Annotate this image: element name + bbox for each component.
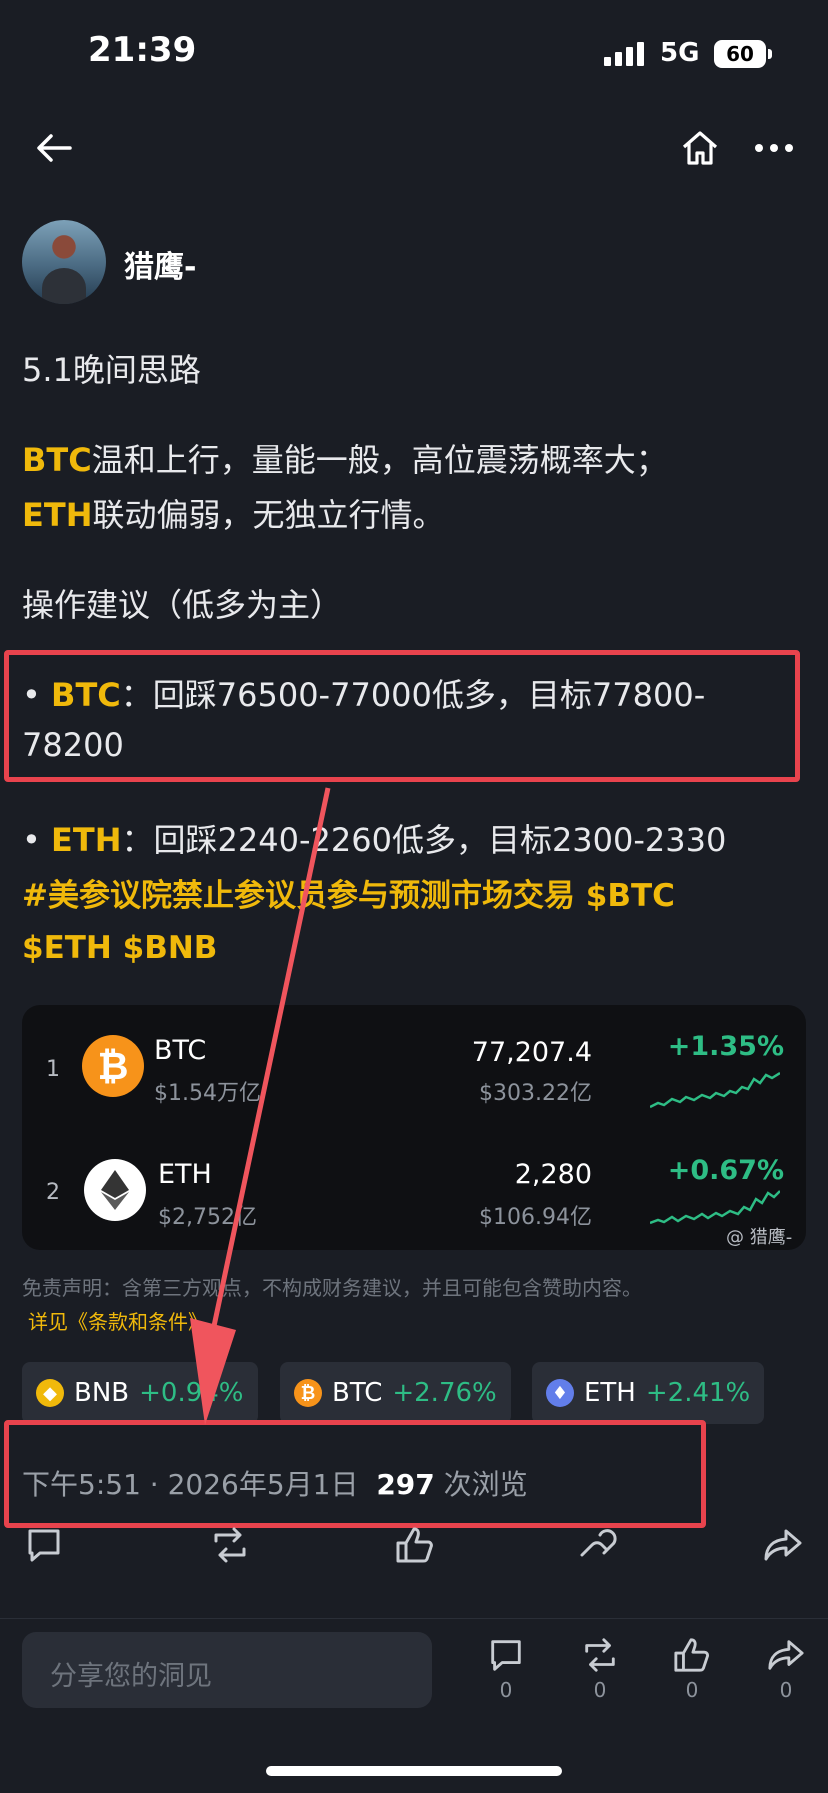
more-button[interactable] bbox=[750, 128, 798, 168]
status-time: 21:39 bbox=[88, 30, 197, 70]
network-label: 5G bbox=[660, 38, 700, 68]
chip-btc[interactable]: ₿ BTC +2.76% bbox=[280, 1362, 511, 1424]
coin-price: 77,207.4 bbox=[471, 1037, 592, 1068]
avatar[interactable] bbox=[22, 220, 106, 304]
post-line-eth: ETH联动偏弱，无独立行情。 bbox=[22, 490, 812, 540]
comment-input[interactable]: 分享您的洞见 bbox=[22, 1632, 432, 1708]
advice-heading: 操作建议（低多为主） bbox=[22, 586, 343, 624]
coin-name: ETH bbox=[158, 1159, 212, 1190]
ticker-eth[interactable]: ETH bbox=[22, 496, 92, 534]
home-button[interactable] bbox=[676, 124, 724, 172]
eth-advice-ticker[interactable]: ETH bbox=[51, 821, 121, 859]
market-card[interactable]: 1 ₿ BTC $1.54万亿 77,207.4 $303.22亿 +1.35%… bbox=[22, 1005, 806, 1250]
rank: 2 bbox=[46, 1180, 60, 1205]
bitcoin-icon: ₿ bbox=[82, 1035, 144, 1097]
home-icon bbox=[682, 131, 718, 165]
eth-advice: • ETH：回踩2240-2260低多，目标2300-2330 bbox=[22, 815, 812, 865]
repost-count: 0 bbox=[593, 1678, 607, 1702]
card-watermark: @ 猎鹰- bbox=[726, 1227, 793, 1248]
ethereum-icon: ♦ bbox=[546, 1379, 574, 1407]
sparkline-btc bbox=[650, 1071, 780, 1109]
bottom-repost-button[interactable]: 0 bbox=[570, 1636, 630, 1702]
chip-change: +2.41% bbox=[645, 1378, 751, 1408]
hashtags[interactable]: #美参议院禁止参议员参与预测市场交易 $BTC $ETH $BNB bbox=[22, 870, 812, 974]
repost-icon[interactable] bbox=[208, 1525, 252, 1565]
comment-count: 0 bbox=[499, 1678, 513, 1702]
back-button[interactable] bbox=[28, 124, 80, 172]
like-icon[interactable] bbox=[394, 1525, 436, 1565]
tags-line-2[interactable]: $ETH $BNB bbox=[22, 922, 812, 974]
highlight-box-meta bbox=[4, 1420, 706, 1528]
post-title: 5.1晚间思路 bbox=[22, 351, 201, 389]
comment-icon bbox=[491, 1640, 521, 1671]
comment-icon[interactable] bbox=[24, 1525, 64, 1565]
coin-price: 2,280 bbox=[514, 1159, 592, 1190]
chip-eth[interactable]: ♦ ETH +2.41% bbox=[532, 1362, 765, 1424]
disclaimer: 免责声明：含第三方观点，不构成财务建议，并且可能包含赞助内容。 bbox=[22, 1276, 642, 1300]
bottom-comment-button[interactable]: 0 bbox=[476, 1636, 536, 1702]
home-indicator bbox=[266, 1766, 562, 1776]
coin-volume: $106.94亿 bbox=[479, 1205, 592, 1230]
like-icon bbox=[674, 1638, 709, 1672]
battery-icon: 60 bbox=[714, 40, 766, 68]
chip-bnb[interactable]: ◆ BNB +0.94% bbox=[22, 1362, 258, 1424]
back-arrow-icon bbox=[37, 134, 72, 162]
repost-icon bbox=[585, 1638, 615, 1672]
rank: 1 bbox=[46, 1057, 60, 1082]
coin-volume: $303.22亿 bbox=[479, 1081, 592, 1106]
chip-name: BNB bbox=[74, 1378, 130, 1408]
tags-line-1[interactable]: #美参议院禁止参议员参与预测市场交易 $BTC bbox=[22, 870, 812, 922]
more-icon bbox=[755, 144, 793, 152]
ethereum-icon bbox=[84, 1159, 146, 1221]
terms-link[interactable]: 详见《条款和条件》 bbox=[28, 1306, 208, 1335]
comment-placeholder: 分享您的洞见 bbox=[50, 1661, 212, 1692]
bnb-icon: ◆ bbox=[36, 1379, 64, 1407]
coin-market-cap: $1.54万亿 bbox=[154, 1081, 261, 1106]
battery-nub bbox=[768, 49, 772, 59]
highlight-box-btc bbox=[4, 650, 800, 782]
signal-icon bbox=[604, 40, 644, 66]
share-count: 0 bbox=[779, 1678, 793, 1702]
chip-name: BTC bbox=[332, 1378, 383, 1408]
chip-name: ETH bbox=[584, 1378, 636, 1408]
share-icon bbox=[768, 1640, 804, 1670]
coin-market-cap: $2,752亿 bbox=[158, 1205, 257, 1230]
coin-change: +1.35% bbox=[667, 1031, 784, 1062]
bitcoin-icon: ₿ bbox=[294, 1379, 322, 1407]
bottom-like-button[interactable]: 0 bbox=[662, 1636, 722, 1702]
chip-change: +0.94% bbox=[139, 1378, 244, 1408]
bullet: • bbox=[22, 821, 41, 859]
tip-icon[interactable] bbox=[578, 1525, 622, 1567]
like-count: 0 bbox=[685, 1678, 699, 1702]
line2-text: 联动偏弱，无独立行情。 bbox=[92, 496, 445, 534]
eth-advice-text: ：回踩2240-2260低多，目标2300-2330 bbox=[121, 821, 727, 859]
bottom-share-button[interactable]: 0 bbox=[756, 1636, 816, 1702]
share-icon[interactable] bbox=[762, 1525, 804, 1565]
coin-change: +0.67% bbox=[667, 1155, 784, 1186]
author-name[interactable]: 猎鹰- bbox=[124, 242, 196, 286]
post-line-btc: BTC温和上行，量能一般，高位震荡概率大； bbox=[22, 435, 812, 485]
coin-name: BTC bbox=[154, 1035, 207, 1066]
chip-change: +2.76% bbox=[392, 1378, 497, 1408]
ticker-btc[interactable]: BTC bbox=[22, 441, 92, 479]
line1-text: 温和上行，量能一般，高位震荡概率大； bbox=[91, 441, 668, 479]
